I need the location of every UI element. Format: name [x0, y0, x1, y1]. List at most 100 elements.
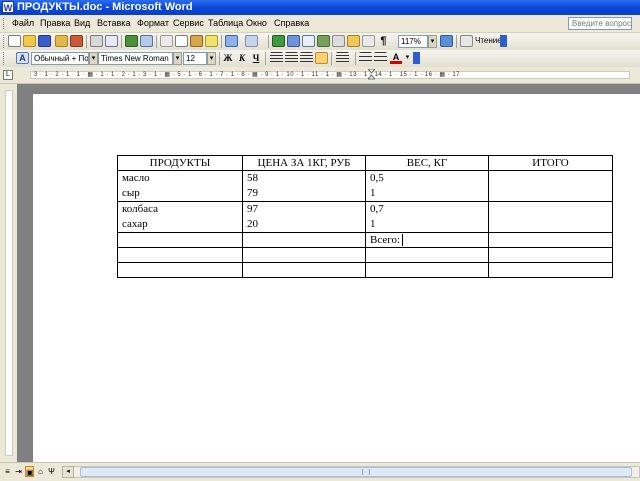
normal-view-button[interactable]: ≡ — [3, 466, 12, 477]
style-dropdown-arrow[interactable]: ▾ — [89, 52, 98, 65]
table-cell[interactable] — [488, 232, 613, 248]
table-cell-price[interactable]: 97 20 — [242, 201, 366, 233]
header-total[interactable]: ИТОГО — [488, 155, 613, 171]
menu-file[interactable]: Файл — [12, 17, 34, 29]
vertical-ruler[interactable] — [0, 84, 17, 462]
document-page[interactable]: ПРОДУКТЫ ЦЕНА ЗА 1КГ, РУБ ВЕС, КГ ИТОГО … — [33, 94, 640, 462]
font-size-dropdown-arrow[interactable]: ▾ — [207, 52, 216, 65]
numbering-icon[interactable] — [359, 52, 372, 64]
table-cell[interactable] — [488, 262, 613, 278]
insert-excel-icon[interactable] — [317, 35, 330, 47]
table-cell[interactable] — [242, 262, 366, 278]
tab-selector-icon[interactable]: L — [3, 70, 13, 80]
font-color-dropdown-arrow[interactable]: ▾ — [403, 52, 412, 65]
menu-view[interactable]: Вид — [74, 17, 90, 29]
toolbar-options-icon[interactable] — [413, 52, 420, 64]
open-folder-icon[interactable] — [23, 35, 36, 47]
menu-grip-handle[interactable] — [3, 18, 6, 29]
document-map-icon[interactable] — [362, 35, 375, 47]
underline-button[interactable]: Ч — [250, 52, 262, 64]
menu-format[interactable]: Формат — [137, 17, 169, 29]
table-cell-total[interactable] — [488, 170, 613, 202]
align-center-icon[interactable] — [285, 52, 298, 64]
font-color-icon[interactable]: A — [390, 52, 402, 64]
copy-icon[interactable] — [175, 35, 188, 47]
font-select[interactable]: Times New Roman — [98, 52, 173, 65]
save-icon[interactable] — [38, 35, 51, 47]
bold-button[interactable]: Ж — [222, 52, 234, 64]
table-cell[interactable] — [365, 247, 489, 263]
undo-icon[interactable] — [225, 35, 238, 47]
toolbar-grip[interactable] — [3, 52, 6, 65]
table-cell[interactable] — [365, 262, 489, 278]
reading-layout-button[interactable]: Ψ — [47, 466, 56, 477]
print-icon[interactable] — [90, 35, 103, 47]
word-app-icon[interactable]: W — [2, 1, 14, 13]
table-cell[interactable] — [117, 247, 243, 263]
font-size-select[interactable]: 12 — [183, 52, 207, 65]
paste-icon[interactable] — [190, 35, 203, 47]
style-select[interactable]: Обычный + Пол — [31, 52, 89, 65]
table-cell[interactable] — [488, 247, 613, 263]
line-spacing-icon[interactable] — [336, 52, 349, 64]
redo-icon[interactable] — [245, 35, 258, 47]
permission-icon[interactable] — [55, 35, 68, 47]
menu-window[interactable]: Окно — [246, 17, 267, 29]
styles-pane-icon[interactable]: A — [16, 52, 29, 64]
research-icon[interactable] — [140, 35, 153, 47]
toolbar-grip[interactable] — [3, 35, 6, 48]
help-icon[interactable] — [440, 35, 453, 47]
header-price[interactable]: ЦЕНА ЗА 1КГ, РУБ — [242, 155, 366, 171]
font-dropdown-arrow[interactable]: ▾ — [173, 52, 182, 65]
products-table[interactable]: ПРОДУКТЫ ЦЕНА ЗА 1КГ, РУБ ВЕС, КГ ИТОГО … — [117, 155, 613, 278]
hyperlink-icon[interactable] — [272, 35, 285, 47]
align-left-icon[interactable] — [270, 52, 283, 64]
header-products[interactable]: ПРОДУКТЫ — [117, 155, 243, 171]
spelling-icon[interactable] — [125, 35, 138, 47]
cut-icon[interactable] — [160, 35, 173, 47]
columns-icon[interactable] — [332, 35, 345, 47]
menu-help[interactable]: Справка — [274, 17, 309, 29]
table-cell-products[interactable]: колбаса сахар — [117, 201, 243, 233]
horizontal-scroll-thumb[interactable] — [80, 467, 632, 477]
read-mode-button[interactable]: Чтение — [475, 35, 502, 47]
toolbar-options-icon[interactable] — [500, 35, 507, 47]
table-cell[interactable] — [117, 262, 243, 278]
horizontal-ruler[interactable]: L 3 · 1 · 2 · 1 · 1 · ▦ · 1 · 1 · 2 · 1 … — [0, 67, 640, 84]
new-document-icon[interactable] — [8, 35, 21, 47]
header-weight[interactable]: ВЕС, КГ — [365, 155, 489, 171]
read-mode-icon[interactable] — [460, 35, 473, 47]
zoom-select[interactable]: 117% — [398, 35, 428, 48]
print-preview-icon[interactable] — [105, 35, 118, 47]
total-label-cell[interactable]: Всего: — [365, 232, 489, 248]
drawing-icon[interactable] — [347, 35, 360, 47]
justify-icon[interactable] — [315, 52, 328, 64]
table-cell-total[interactable] — [488, 201, 613, 233]
italic-button[interactable]: К — [236, 52, 248, 64]
table-cell[interactable] — [117, 232, 243, 248]
bullets-icon[interactable] — [374, 52, 387, 64]
outline-view-button[interactable]: ⌂ — [36, 466, 45, 477]
table-cell-products[interactable]: масло сыр — [117, 170, 243, 202]
table-cell[interactable] — [242, 247, 366, 263]
insert-table-icon[interactable] — [302, 35, 315, 47]
table-cell-weight[interactable]: 0,5 1 — [365, 170, 489, 202]
table-cell[interactable] — [242, 232, 366, 248]
menu-edit[interactable]: Правка — [40, 17, 70, 29]
table-cell-price[interactable]: 58 79 — [242, 170, 366, 202]
menu-insert[interactable]: Вставка — [97, 17, 130, 29]
menu-table[interactable]: Таблица — [208, 17, 243, 29]
indent-marker-icon[interactable] — [368, 69, 375, 81]
tables-borders-icon[interactable] — [287, 35, 300, 47]
show-formatting-icon[interactable]: ¶ — [377, 35, 390, 47]
menu-tools[interactable]: Сервис — [173, 17, 204, 29]
table-cell-weight[interactable]: 0,7 1 — [365, 201, 489, 233]
scroll-left-arrow-icon[interactable]: ◂ — [62, 466, 74, 478]
help-question-input[interactable]: Введите вопрос — [568, 17, 632, 30]
document-area[interactable]: ПРОДУКТЫ ЦЕНА ЗА 1КГ, РУБ ВЕС, КГ ИТОГО … — [17, 84, 640, 462]
print-layout-button[interactable]: ▣ — [25, 466, 34, 477]
web-layout-button[interactable]: ⇥ — [14, 466, 23, 477]
format-painter-icon[interactable] — [205, 35, 218, 47]
email-icon[interactable] — [70, 35, 83, 47]
zoom-dropdown-arrow[interactable]: ▾ — [428, 35, 437, 48]
